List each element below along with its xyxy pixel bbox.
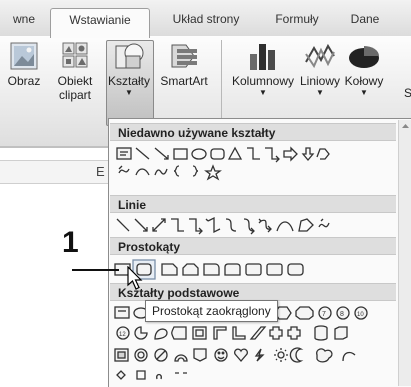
callout-leader-line [72, 269, 119, 271]
picture-button[interactable]: Obraz [4, 40, 44, 88]
scroll-up-arrow-icon[interactable] [399, 120, 411, 132]
next-chart-button-partial[interactable]: S [404, 86, 411, 100]
worksheet-area: E [0, 146, 108, 386]
shapes-button-content[interactable]: Kształty ▼ [106, 40, 152, 98]
clipart-button[interactable]: Obiekt clipart [50, 40, 100, 102]
callout-number: 1 [62, 226, 79, 259]
tab-formulas[interactable]: Formuły [262, 8, 332, 36]
chevron-down-icon: ▼ [259, 88, 267, 97]
section-rectangles: Prostokąty [110, 237, 396, 255]
section-basic-shapes: Kształty podstawowe [110, 283, 396, 301]
tab-insert[interactable]: Wstawianie [50, 8, 150, 38]
smartart-button[interactable]: SmartArt [156, 40, 212, 88]
shape-tooltip: Prostokąt zaokrąglony [145, 300, 278, 322]
clipart-label-line2: clipart [58, 88, 91, 102]
section-lines: Linie [110, 195, 396, 213]
clipart-icon [62, 42, 88, 68]
pie-chart-icon [349, 46, 379, 68]
recent-shapes-grid[interactable] [111, 145, 397, 181]
svg-text:7: 7 [322, 311, 326, 318]
column-chart-icon [250, 44, 275, 70]
gallery-scrollbar[interactable] [398, 120, 411, 386]
chevron-down-icon: ▼ [360, 88, 368, 97]
shapes-gallery: Niedawno używane kształty Linie Prostoką… [108, 118, 411, 387]
smartart-label: SmartArt [160, 74, 208, 88]
section-recent-shapes: Niedawno używane kształty [110, 123, 396, 141]
column-chart-label: Kolumnowy [231, 74, 295, 88]
pie-chart-label: Kołowy [344, 74, 384, 88]
picture-label: Obraz [7, 74, 41, 88]
line-chart-button[interactable]: Liniowy ▼ [298, 40, 342, 98]
shapes-dropdown-arrow-icon: ▼ [125, 88, 133, 97]
line-chart-icon [305, 43, 335, 69]
pie-chart-button[interactable]: Kołowy ▼ [342, 40, 386, 98]
column-header-letter: E [96, 164, 105, 179]
tab-data[interactable]: Dane [336, 8, 394, 36]
chevron-down-icon: ▼ [316, 88, 324, 97]
svg-text:12: 12 [119, 332, 126, 338]
shapes-label: Kształty [107, 74, 150, 88]
tab-page-layout[interactable]: Układ strony [160, 8, 252, 36]
svg-text:8: 8 [340, 311, 344, 318]
shapes-icon [115, 43, 144, 69]
smartart-icon [171, 44, 197, 68]
clipart-label-line1: Obiekt [57, 74, 93, 88]
tab-partial[interactable]: wne [0, 8, 48, 36]
mouse-pointer-icon [127, 266, 143, 290]
picture-icon [10, 42, 38, 70]
rectangles-grid[interactable] [111, 259, 397, 281]
lines-grid[interactable] [111, 215, 397, 235]
svg-text:10: 10 [357, 312, 364, 318]
column-chart-button[interactable]: Kolumnowy ▼ [228, 40, 298, 98]
line-chart-label: Liniowy [299, 74, 341, 88]
ribbon-tab-bar: wne Wstawianie Układ strony Formuły Dane [0, 0, 411, 38]
